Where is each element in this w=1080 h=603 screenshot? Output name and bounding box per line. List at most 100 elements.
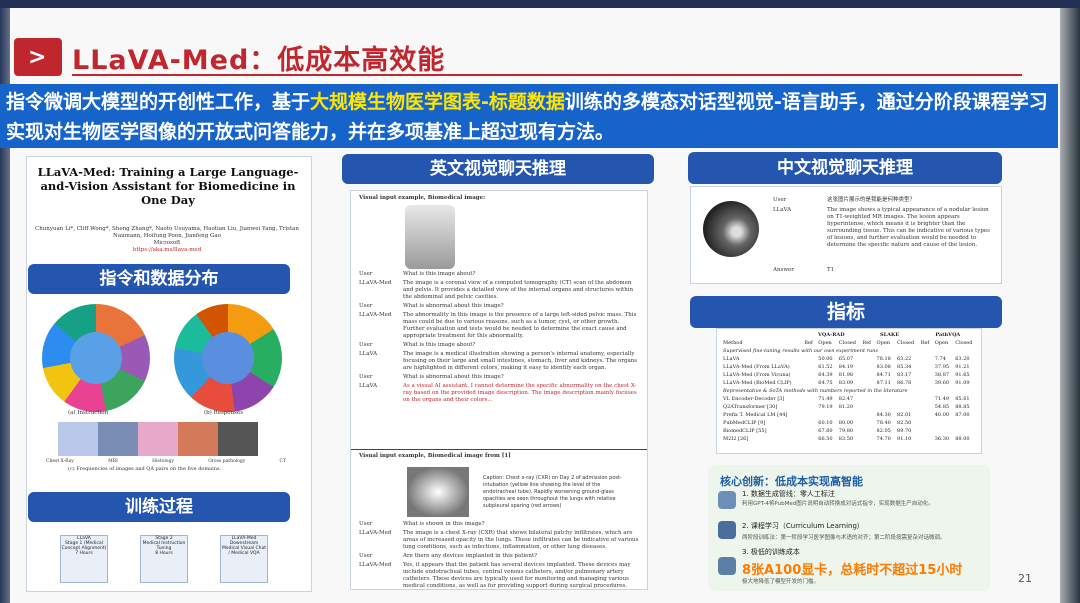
paper-url: https://aka.ms/llava-med bbox=[132, 247, 202, 253]
table-cell: 65.07 bbox=[838, 356, 854, 362]
table-cell: 7.74 bbox=[934, 356, 946, 362]
chat-message: What is shown in this image? bbox=[403, 521, 485, 527]
author-list: Chunyuan Li*, Cliff Wong*, Sheng Zhang*,… bbox=[35, 226, 299, 239]
table-cell bbox=[860, 355, 874, 363]
table-cell: Prefix T. Medical LM [44] bbox=[723, 412, 788, 418]
table-row: LLaVA 50.00 65.07 78.18 63.22 7.74 63.20 bbox=[721, 355, 977, 363]
table-cell: 50.00 bbox=[818, 356, 833, 362]
table-cell: 67.60 bbox=[818, 428, 833, 434]
stage-info: 8 Hours bbox=[155, 551, 173, 556]
chat-message: The abnormality in this image is the pre… bbox=[403, 312, 637, 339]
table-cell: 82.05 bbox=[876, 428, 891, 434]
table-row: Prefix T. Medical LM [44] 84.30 82.01 40.00… bbox=[721, 411, 977, 419]
table-cell: LLaVA-Med (From Vicuna) bbox=[723, 372, 791, 378]
table-cell bbox=[860, 419, 874, 427]
table-cell: 91.09 bbox=[955, 380, 970, 386]
table-cell: 71.49 bbox=[818, 396, 833, 402]
table-cell bbox=[919, 411, 933, 419]
table-cell bbox=[933, 427, 954, 435]
table-cell: 87.11 bbox=[876, 380, 891, 386]
training-stage: Stage 2 Medical Instruction Tuning 8 Hours bbox=[140, 535, 188, 583]
table-column-header: Closed bbox=[897, 340, 915, 346]
slide-title: LLaVA-Med：低成本高效能 bbox=[72, 45, 446, 76]
chat-turn: User Are there any devices implanted in t… bbox=[359, 553, 641, 560]
table-cell bbox=[875, 403, 896, 411]
chat-turn: LLaVA-Med The abnormality in this image i… bbox=[359, 312, 641, 340]
table-cell: 37.95 bbox=[934, 364, 950, 370]
chat-speaker: LLaVA bbox=[359, 351, 378, 357]
table-cell: 87.00 bbox=[955, 412, 970, 418]
table-row: BiomedCLIP [55] 67.60 79.80 82.05 89.70 bbox=[721, 427, 977, 435]
table-corner bbox=[721, 331, 802, 339]
table-cell bbox=[802, 419, 816, 427]
chat-speaker: LLaVA-Med bbox=[359, 280, 392, 286]
chat-message: The image is a coronal view of a compute… bbox=[403, 280, 634, 300]
ct-scan-image bbox=[405, 205, 455, 269]
innovation-title: 核心创新：低成本实现高智能 bbox=[720, 475, 863, 488]
domain-label: MRI bbox=[108, 459, 118, 464]
table-cell: VL Encoder-Decoder [3] bbox=[723, 396, 785, 402]
table-cell bbox=[837, 411, 861, 419]
table-row: VL Encoder-Decoder [3] 71.49 82.47 71.49 85.… bbox=[721, 395, 977, 403]
table-cell: 64.75 bbox=[818, 380, 833, 386]
english-chat-panel: Visual input example, Biomedical image: … bbox=[350, 190, 648, 590]
table-cell bbox=[860, 379, 874, 387]
table-cell: 91.10 bbox=[897, 436, 912, 442]
table-cell: LLaVA-Med (From LLaVA) bbox=[723, 364, 790, 370]
table-column-header: Ref bbox=[920, 340, 930, 346]
domain-label: Gross pathology bbox=[208, 459, 246, 464]
table-cell bbox=[919, 355, 933, 363]
chinese-chat-panel: User 这张图片展示的是我能是何种类型？ LLaVA The image sh… bbox=[690, 186, 1002, 284]
response-sunburst-center bbox=[202, 332, 254, 384]
example-2-header: Visual input example, Biomedical image f… bbox=[359, 453, 511, 459]
gpu-icon bbox=[718, 557, 736, 575]
chat-message: Yes, it appears that the patient has sev… bbox=[403, 562, 631, 589]
table-cell: 54.85 bbox=[934, 404, 950, 410]
table-cell bbox=[919, 435, 933, 443]
metrics-table: VQA-RAD SLAKE PathVQA Method Ref Open Closed R… bbox=[721, 331, 977, 443]
table-cell: 64.39 bbox=[818, 372, 833, 378]
table-cell: 82.47 bbox=[838, 396, 854, 402]
chat-speaker: User bbox=[359, 374, 373, 380]
table-cell: LLaVA bbox=[723, 356, 740, 362]
table-cell bbox=[802, 395, 816, 403]
table-cell bbox=[895, 403, 919, 411]
table-cell bbox=[860, 403, 874, 411]
cn-user-label: User bbox=[773, 197, 787, 203]
table-cell: 63.20 bbox=[955, 356, 970, 362]
table-cell bbox=[860, 411, 874, 419]
chat-speaker: User bbox=[359, 521, 373, 527]
table-cell: 79.80 bbox=[838, 428, 854, 434]
chat-message: What is this image about? bbox=[403, 271, 476, 277]
caption-instruction: (a) Instruction bbox=[68, 410, 109, 416]
distribution-figure: (a) Instruction (b) Responses Chest X-Ra… bbox=[28, 296, 290, 474]
chat-message: The image is a medical illustration show… bbox=[403, 351, 638, 371]
table-cell: 84.71 bbox=[876, 372, 891, 378]
section-training: 训练过程 bbox=[28, 492, 290, 522]
chat-turn: User What is shown in this image? bbox=[359, 521, 641, 528]
table-cell: 71.49 bbox=[934, 396, 950, 402]
chat-speaker: User bbox=[359, 553, 373, 559]
table-column-header: Open bbox=[876, 340, 890, 346]
table-section-note: Representative & SoTA methods with numbe… bbox=[721, 387, 977, 395]
table-cell: 39.60 bbox=[934, 380, 950, 386]
table-cell: 84.30 bbox=[876, 412, 891, 418]
table-cell: 82.50 bbox=[897, 420, 912, 426]
table-cell bbox=[860, 435, 874, 443]
stage-label: Stage 1 (Medical Concept Alignment) bbox=[61, 541, 107, 551]
chat-transcript-1: User What is this image about? LLaVA-Med Th… bbox=[359, 271, 641, 406]
stage-label: Medical Instruction Tuning bbox=[142, 541, 186, 551]
section-english-chat: 英文视觉聊天推理 bbox=[342, 154, 654, 184]
table-row: LLaVA-Med (BioMed CLIP) 64.75 83.09 87.11 86… bbox=[721, 379, 977, 387]
table-row: Q2ATransformer [30] 79.19 81.20 54.85 88.85 bbox=[721, 403, 977, 411]
domain-image-strip bbox=[58, 422, 258, 456]
table-cell bbox=[953, 419, 977, 427]
innovation-item-1: 1. 数据生成管线：零人工标注 bbox=[742, 490, 835, 498]
caption-responses: (b) Responses bbox=[204, 410, 244, 416]
chevron-right-icon: > bbox=[14, 38, 62, 76]
table-cell bbox=[919, 419, 933, 427]
chat-transcript-2: User What is shown in this image? LLaVA-Me… bbox=[359, 521, 641, 592]
training-stage: LLaVA-Med Downstream Medical Visual Chat /… bbox=[220, 535, 268, 583]
chat-turn: LLaVA The image is a medical illustration… bbox=[359, 351, 641, 372]
innovation-box: 核心创新：低成本实现高智能 1. 数据生成管线：零人工标注 利用GPT-4将Pu… bbox=[708, 465, 990, 591]
